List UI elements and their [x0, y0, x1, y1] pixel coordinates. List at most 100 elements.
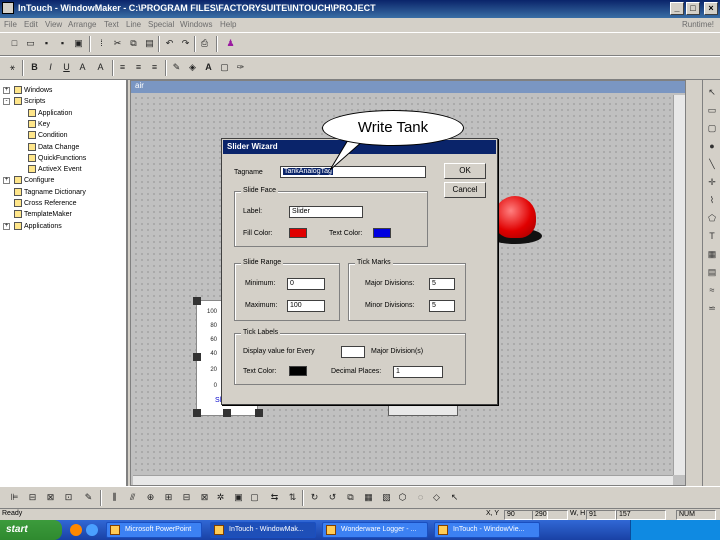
rectangle-icon[interactable]: ▭ — [706, 104, 718, 116]
close-window-icon[interactable]: ▣ — [72, 37, 85, 50]
back-icon[interactable]: ▢ — [248, 491, 261, 504]
pencil-icon[interactable]: ✎ — [82, 491, 95, 504]
menu-view[interactable]: View — [45, 20, 62, 29]
justify-right-icon[interactable]: ≡ — [148, 61, 161, 74]
paint-icon[interactable]: ✑ — [234, 61, 247, 74]
space-horizontal-icon[interactable]: ⫼ — [108, 491, 121, 504]
text-color-icon[interactable]: A — [202, 61, 215, 74]
copy-icon[interactable]: ⧉ — [127, 37, 140, 50]
tree-expand-toggle[interactable]: + — [3, 177, 10, 185]
node-icon[interactable]: ◇ — [430, 491, 443, 504]
polygon-icon[interactable]: ⬠ — [706, 212, 718, 224]
taskbar-item[interactable]: InTouch - WindowVie... — [434, 522, 540, 538]
menu-special[interactable]: Special — [148, 20, 174, 29]
major-divisions-field[interactable]: 5 — [429, 278, 455, 290]
italic-icon[interactable]: I — [44, 61, 57, 74]
align-center-icon[interactable]: ⊟ — [26, 491, 39, 504]
menu-arrange[interactable]: Arrange — [68, 20, 96, 29]
hv-line-icon[interactable]: ✛ — [706, 176, 718, 188]
taskbar-item[interactable]: InTouch - WindowMak... — [210, 522, 316, 538]
smooth-icon[interactable]: ◌ — [414, 491, 427, 504]
redo-icon[interactable]: ↷ — [179, 37, 192, 50]
align-top-icon[interactable]: ⊡ — [62, 491, 75, 504]
fill-color-swatch[interactable] — [289, 228, 307, 238]
tree-item[interactable]: Windows — [14, 86, 52, 94]
cancel-button[interactable]: Cancel — [444, 182, 486, 198]
save-icon[interactable]: ▪ — [40, 37, 53, 50]
rotate-ccw-icon[interactable]: ↺ — [326, 491, 339, 504]
menu-line[interactable]: Line — [126, 20, 141, 29]
ungroup-icon[interactable]: ▧ — [380, 491, 393, 504]
group-icon[interactable]: ▦ — [362, 491, 375, 504]
selection-handle[interactable] — [193, 409, 201, 417]
open-icon[interactable]: ▭ — [24, 37, 37, 50]
save-all-icon[interactable]: ▪ — [56, 37, 69, 50]
tree-item[interactable]: ActiveX Event — [28, 165, 82, 174]
fill-color-icon[interactable]: ◈ — [186, 61, 199, 74]
button-tool-icon[interactable]: ▤ — [706, 266, 718, 278]
tree-expand-toggle[interactable]: + — [3, 87, 10, 94]
tree-item[interactable]: Applications — [14, 221, 62, 230]
text-color-swatch[interactable] — [373, 228, 391, 238]
rotate-cw-icon[interactable]: ↻ — [308, 491, 321, 504]
taskbar-item[interactable]: Wonderware Logger - ... — [322, 522, 428, 538]
tree-item[interactable]: Cross Reference — [14, 199, 77, 207]
tag-icon[interactable]: ⁞ — [95, 37, 108, 50]
rounded-rect-icon[interactable]: ▢ — [706, 122, 718, 134]
grid-icon[interactable]: ✲ — [214, 491, 227, 504]
tree-item[interactable]: Scripts — [14, 97, 45, 106]
break-symbol-icon[interactable]: ⊟ — [180, 491, 193, 504]
align-right-icon[interactable]: ⊠ — [44, 491, 57, 504]
menu-file[interactable]: File — [4, 20, 17, 29]
menu-text[interactable]: Text — [104, 20, 119, 29]
align-left-icon[interactable]: ⊫ — [8, 491, 21, 504]
alarm-light-icon[interactable] — [494, 196, 536, 238]
justify-left-icon[interactable]: ≡ — [116, 61, 129, 74]
tree-item[interactable]: QuickFunctions — [28, 153, 86, 162]
bold-icon[interactable]: B — [28, 61, 41, 74]
minor-divisions-field[interactable]: 5 — [429, 300, 455, 312]
selection-handle[interactable] — [255, 409, 263, 417]
text-tool-icon[interactable]: T — [706, 230, 718, 242]
close-button[interactable]: × — [704, 2, 718, 15]
window-color-icon[interactable]: ▢ — [218, 61, 231, 74]
font-size-icon[interactable]: A — [76, 61, 89, 74]
cut-icon[interactable]: ✂ — [111, 37, 124, 50]
line-icon[interactable]: ╲ — [706, 158, 718, 170]
underline-icon[interactable]: U — [60, 61, 73, 74]
tree-item[interactable]: Condition — [28, 131, 68, 140]
wizard-icon[interactable]: ♟ — [224, 37, 237, 50]
selection-handle[interactable] — [223, 409, 231, 417]
ie-icon[interactable] — [86, 524, 98, 536]
quicklaunch-icon[interactable] — [70, 524, 82, 536]
taskbar-item[interactable]: Microsoft PowerPoint — [106, 522, 202, 538]
flip-h-icon[interactable]: ⇆ — [268, 491, 281, 504]
undo-icon[interactable]: ↶ — [163, 37, 176, 50]
display-value-field[interactable] — [341, 346, 365, 358]
tree-item[interactable]: TemplateMaker — [14, 210, 72, 219]
start-button[interactable]: start — [0, 520, 62, 540]
tree-expand-toggle[interactable]: - — [3, 98, 10, 106]
tree-item[interactable]: Key — [28, 119, 50, 128]
bitmap-icon[interactable]: ▦ — [706, 248, 718, 260]
pointer-icon[interactable]: ↖ — [706, 86, 718, 98]
minimize-button[interactable]: _ — [670, 2, 684, 15]
selection-handle[interactable] — [193, 353, 201, 361]
reshape-icon[interactable]: ⬡ — [396, 491, 409, 504]
vertical-scrollbar[interactable] — [673, 95, 685, 475]
line-color-icon[interactable]: ✎ — [170, 61, 183, 74]
face-label-field[interactable]: Slider — [289, 206, 363, 218]
tree-item[interactable]: Data Change — [28, 142, 79, 151]
polyline-icon[interactable]: ⌇ — [706, 194, 718, 206]
tree-item[interactable]: Application — [28, 108, 72, 117]
front-icon[interactable]: ▣ — [232, 491, 245, 504]
pointer-arrow-icon[interactable]: ↖ — [448, 491, 461, 504]
menu-edit[interactable]: Edit — [24, 20, 38, 29]
duplicate-icon[interactable]: ⧉ — [344, 491, 357, 504]
make-cell-icon[interactable]: ⊠ — [198, 491, 211, 504]
ellipse-icon[interactable]: ● — [706, 140, 718, 152]
print-icon[interactable]: ⎙ — [198, 37, 211, 50]
font-icon[interactable]: A — [94, 61, 107, 74]
space-vertical-icon[interactable]: ⫻ — [126, 491, 139, 504]
flip-v-icon[interactable]: ⇅ — [286, 491, 299, 504]
